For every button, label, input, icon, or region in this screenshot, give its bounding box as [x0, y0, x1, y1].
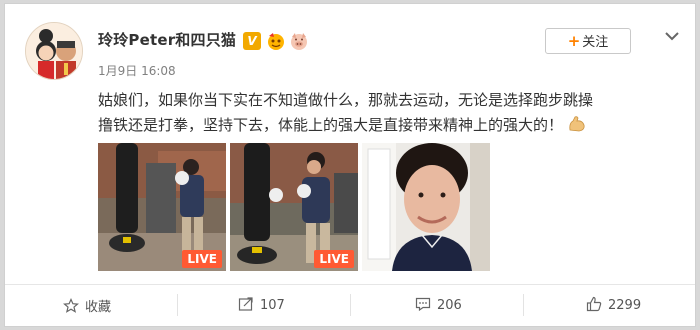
repost-icon: [238, 297, 253, 311]
repost-button[interactable]: 107: [178, 285, 350, 325]
favorite-label: 收藏: [85, 300, 112, 315]
chevron-down-icon[interactable]: [663, 28, 681, 42]
like-count: 2299: [608, 298, 642, 313]
comment-icon: [415, 297, 431, 312]
comment-button[interactable]: 206: [351, 285, 523, 325]
follow-label: 关注: [582, 35, 609, 50]
repost-count: 107: [260, 298, 285, 313]
flexed-biceps-icon: [567, 114, 587, 134]
selfie-photo: [362, 143, 490, 271]
weibo-post-card: 玲玲Peter和四只猫 V 1月9日 16:08 + 关注 姑娘们，如果你当下实…: [4, 3, 696, 327]
like-button[interactable]: 2299: [524, 285, 696, 325]
live-photo-badge: LIVE: [182, 250, 222, 268]
star-icon: [63, 298, 79, 313]
verified-badge-icon[interactable]: V: [243, 32, 261, 50]
post-timestamp[interactable]: 1月9日 16:08: [98, 62, 176, 79]
post-text-block: 姑娘们，如果你当下实在不知道做什么，那就去运动，无论是选择跑步跳操撸铁还是打拳，…: [98, 88, 598, 138]
avatar[interactable]: [25, 22, 83, 80]
post-photo-2[interactable]: LIVE: [230, 143, 358, 271]
pig-badge-icon[interactable]: [289, 31, 309, 51]
post-photo-1[interactable]: LIVE: [98, 143, 226, 271]
thumbs-up-icon: [586, 296, 602, 312]
live-photo-badge: LIVE: [314, 250, 354, 268]
plus-icon: +: [567, 32, 581, 50]
post-text: 姑娘们，如果你当下实在不知道做什么，那就去运动，无论是选择跑步跳操撸铁还是打拳，…: [98, 91, 594, 134]
comment-count: 206: [437, 298, 462, 313]
post-photo-3[interactable]: [362, 143, 490, 271]
fan-badge-icon[interactable]: [266, 31, 286, 51]
username-link[interactable]: 玲玲Peter和四只猫: [98, 29, 236, 50]
follow-button[interactable]: + 关注: [545, 28, 631, 54]
favorite-button[interactable]: 收藏: [5, 285, 177, 325]
avatar-illustration: [26, 23, 82, 79]
